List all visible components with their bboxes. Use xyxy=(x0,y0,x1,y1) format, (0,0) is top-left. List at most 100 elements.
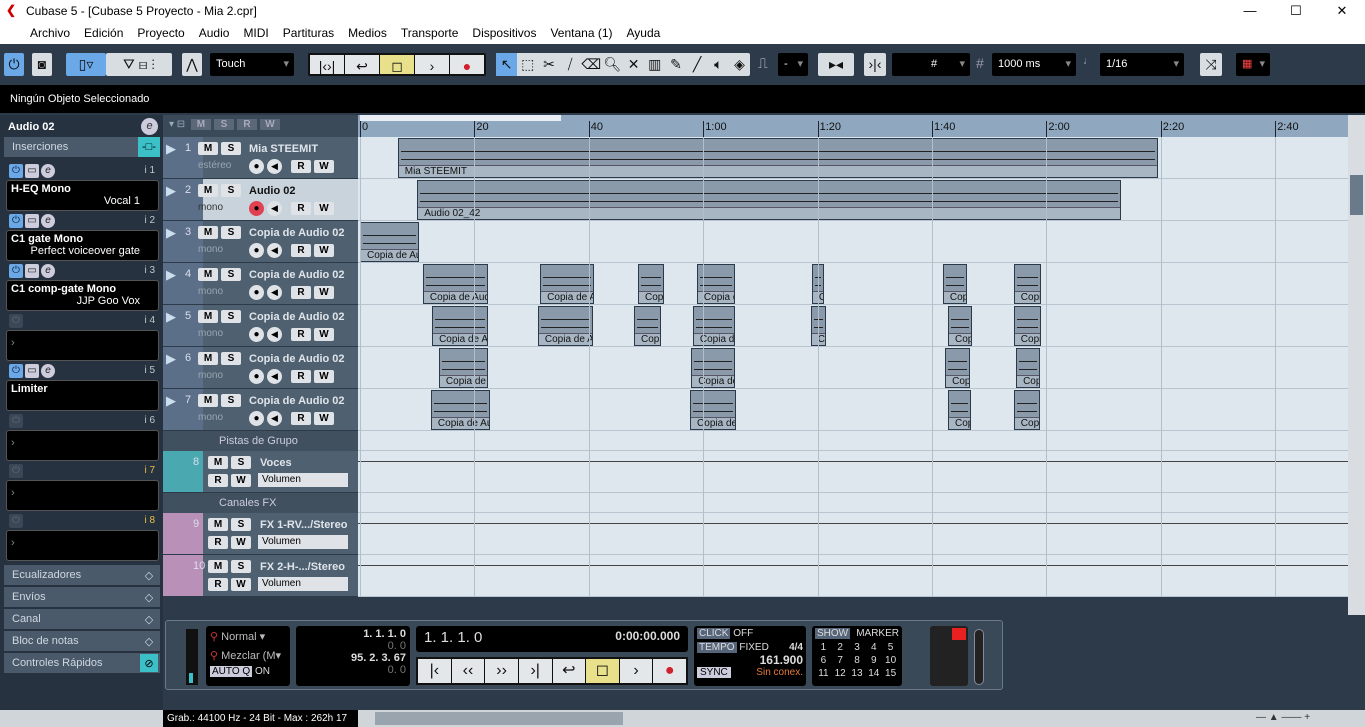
insert-slot[interactable]: › xyxy=(6,530,159,561)
monitor-button[interactable]: ◀ xyxy=(267,369,282,384)
speaker-tool-icon[interactable]: 🔈︎ xyxy=(708,53,729,76)
solo-button[interactable]: S xyxy=(231,518,251,531)
zoom-slider[interactable]: — ▲ —— + xyxy=(1256,712,1346,725)
power-icon[interactable]: ⏻ xyxy=(9,164,23,178)
horizontal-scrollbar-thumb[interactable] xyxy=(375,712,623,725)
cycle-button[interactable]: ↩ xyxy=(345,55,379,74)
insert-slot[interactable]: C1 gate Mono Perfect voiceover gate xyxy=(6,230,159,261)
read-button[interactable]: R xyxy=(208,536,228,549)
mute-button[interactable]: M xyxy=(198,394,218,407)
write-button[interactable]: W xyxy=(314,412,334,425)
arrange-window[interactable]: 0 20 40 1:00 1:20 1:40 2:00 2:20 2:40 Mia STEEMI… xyxy=(358,115,1348,597)
marker-button[interactable]: 10 xyxy=(882,655,899,666)
monitor-button[interactable]: ◀ xyxy=(267,201,282,216)
read-button[interactable]: R xyxy=(291,328,311,341)
erase-tool-icon[interactable]: ⌫ xyxy=(581,53,602,76)
audio-event[interactable]: Copia de Audio 02 xyxy=(637,264,664,304)
solo-button[interactable]: S xyxy=(221,352,241,365)
insert-slot[interactable]: H-EQ Mono Vocal 1 xyxy=(6,180,159,211)
marker-button[interactable]: 6 xyxy=(815,655,832,666)
audio-event[interactable]: Copia de Audio 02 xyxy=(948,306,973,346)
track-name[interactable]: Mia STEEMIT xyxy=(249,143,349,155)
insert-slot[interactable]: › xyxy=(6,330,159,361)
insert-slot[interactable]: › xyxy=(6,430,159,461)
write-button[interactable]: W xyxy=(314,244,334,257)
cycle-toggle-button[interactable]: ↩ xyxy=(552,659,586,683)
monitor-button[interactable]: ◀ xyxy=(267,243,282,258)
monitor-button[interactable]: ◀ xyxy=(267,159,282,174)
automation-param[interactable]: Volumen xyxy=(258,577,348,591)
track-name[interactable]: Audio 02 xyxy=(249,185,349,197)
show-markers-button[interactable]: SHOW xyxy=(815,628,851,639)
power-icon[interactable]: ⏻ xyxy=(9,414,23,428)
solo-button[interactable]: S xyxy=(221,394,241,407)
marker-button[interactable]: 12 xyxy=(832,668,849,679)
power-icon[interactable]: ⏻ xyxy=(9,264,23,278)
marker-button[interactable]: 15 xyxy=(882,668,899,679)
time-signature[interactable]: 4/4 xyxy=(789,642,803,653)
transport-record-button[interactable]: ● xyxy=(653,659,686,683)
bypass-icon[interactable]: ▭ xyxy=(25,214,39,228)
autoq-button[interactable]: AUTO Q xyxy=(210,666,253,677)
click-button[interactable]: CLICK xyxy=(697,628,731,639)
read-button[interactable]: R xyxy=(291,370,311,383)
marker-button[interactable]: 2 xyxy=(832,642,849,653)
automation-mode-select[interactable]: Touch xyxy=(210,53,294,76)
menu-3[interactable]: Audio xyxy=(199,26,230,40)
track-row[interactable]: 9 M S FX 1-RV.../Stereo R W Volumen xyxy=(163,513,358,555)
edit-plugin-icon[interactable]: e xyxy=(41,364,55,378)
snap-button[interactable]: ▸◂ xyxy=(818,53,854,76)
track-name[interactable]: Copia de Audio 02 xyxy=(249,227,349,239)
color-tool-icon[interactable]: ◈ xyxy=(729,53,750,76)
marker-button[interactable]: 11 xyxy=(815,668,832,679)
transport-play-button[interactable]: › xyxy=(619,659,653,683)
write-button[interactable]: W xyxy=(231,578,251,591)
edit-channel-icon[interactable]: e xyxy=(141,118,158,135)
vertical-scrollbar[interactable] xyxy=(1348,115,1365,615)
header-R-button[interactable]: R xyxy=(236,119,257,130)
mute-button[interactable]: M xyxy=(198,184,218,197)
write-button[interactable]: W xyxy=(314,160,334,173)
power-icon[interactable]: ⏻ xyxy=(9,214,23,228)
right-locator[interactable]: 95. 2. 3. 67 xyxy=(300,652,406,664)
read-button[interactable]: R xyxy=(291,160,311,173)
menu-7[interactable]: Transporte xyxy=(401,26,459,40)
menu-6[interactable]: Medios xyxy=(348,26,387,40)
timeline-ruler[interactable]: 0 20 40 1:00 1:20 1:40 2:00 2:20 2:40 xyxy=(358,115,1348,137)
mute-button[interactable]: M xyxy=(198,352,218,365)
minimize-button[interactable]: — xyxy=(1227,0,1273,22)
read-button[interactable]: R xyxy=(208,578,228,591)
track-row[interactable]: 8 M S Voces R W Volumen xyxy=(163,451,358,493)
track-name[interactable]: FX 1-RV.../Stereo xyxy=(260,519,350,531)
track-name[interactable]: Copia de Audio 02 xyxy=(249,395,349,407)
read-button[interactable]: R xyxy=(291,202,311,215)
color-select[interactable]: ▦ xyxy=(1236,53,1270,76)
track-name[interactable]: Copia de Audio 02 xyxy=(249,311,349,323)
track-name[interactable]: Copia de Audio 02 xyxy=(249,269,349,281)
audio-event[interactable]: Copia de Audio 02 xyxy=(540,264,594,304)
automation-param[interactable]: Volumen xyxy=(258,473,348,487)
menu-0[interactable]: Archivo xyxy=(30,26,70,40)
draw-tool-icon[interactable]: ✎ xyxy=(665,53,686,76)
audio-event[interactable]: Copia de Audio 02 xyxy=(422,264,489,304)
record-enable-button[interactable]: ● xyxy=(249,411,264,426)
expand-icon[interactable]: ▶ xyxy=(166,267,176,283)
marker-button[interactable]: 7 xyxy=(832,655,849,666)
tempo-button[interactable]: TEMPO xyxy=(697,642,737,653)
output-level-slider[interactable] xyxy=(974,629,984,685)
inserts-section[interactable]: Inserciones -□- xyxy=(4,137,160,157)
insert-slot[interactable]: › xyxy=(6,480,159,511)
marker-button[interactable]: 3 xyxy=(849,642,866,653)
quantize-select[interactable]: 1/16 xyxy=(1100,53,1184,76)
inspector-section[interactable]: Canal ◇ xyxy=(4,609,160,629)
comp-tool-icon[interactable]: ▥ xyxy=(644,53,665,76)
audio-event[interactable]: Copia de Audio 02 xyxy=(1013,264,1042,304)
edit-plugin-icon[interactable]: e xyxy=(41,214,55,228)
transport-stop-button[interactable]: ◻ xyxy=(586,659,619,683)
plugin-preset[interactable]: JJP Goo Vox xyxy=(11,295,154,307)
expand-icon[interactable]: ▶ xyxy=(166,309,176,325)
sync-button[interactable]: SYNC xyxy=(697,667,731,678)
write-button[interactable]: W xyxy=(314,286,334,299)
inspector-section[interactable]: Bloc de notas ◇ xyxy=(4,631,160,651)
solo-button[interactable]: S xyxy=(231,560,251,573)
